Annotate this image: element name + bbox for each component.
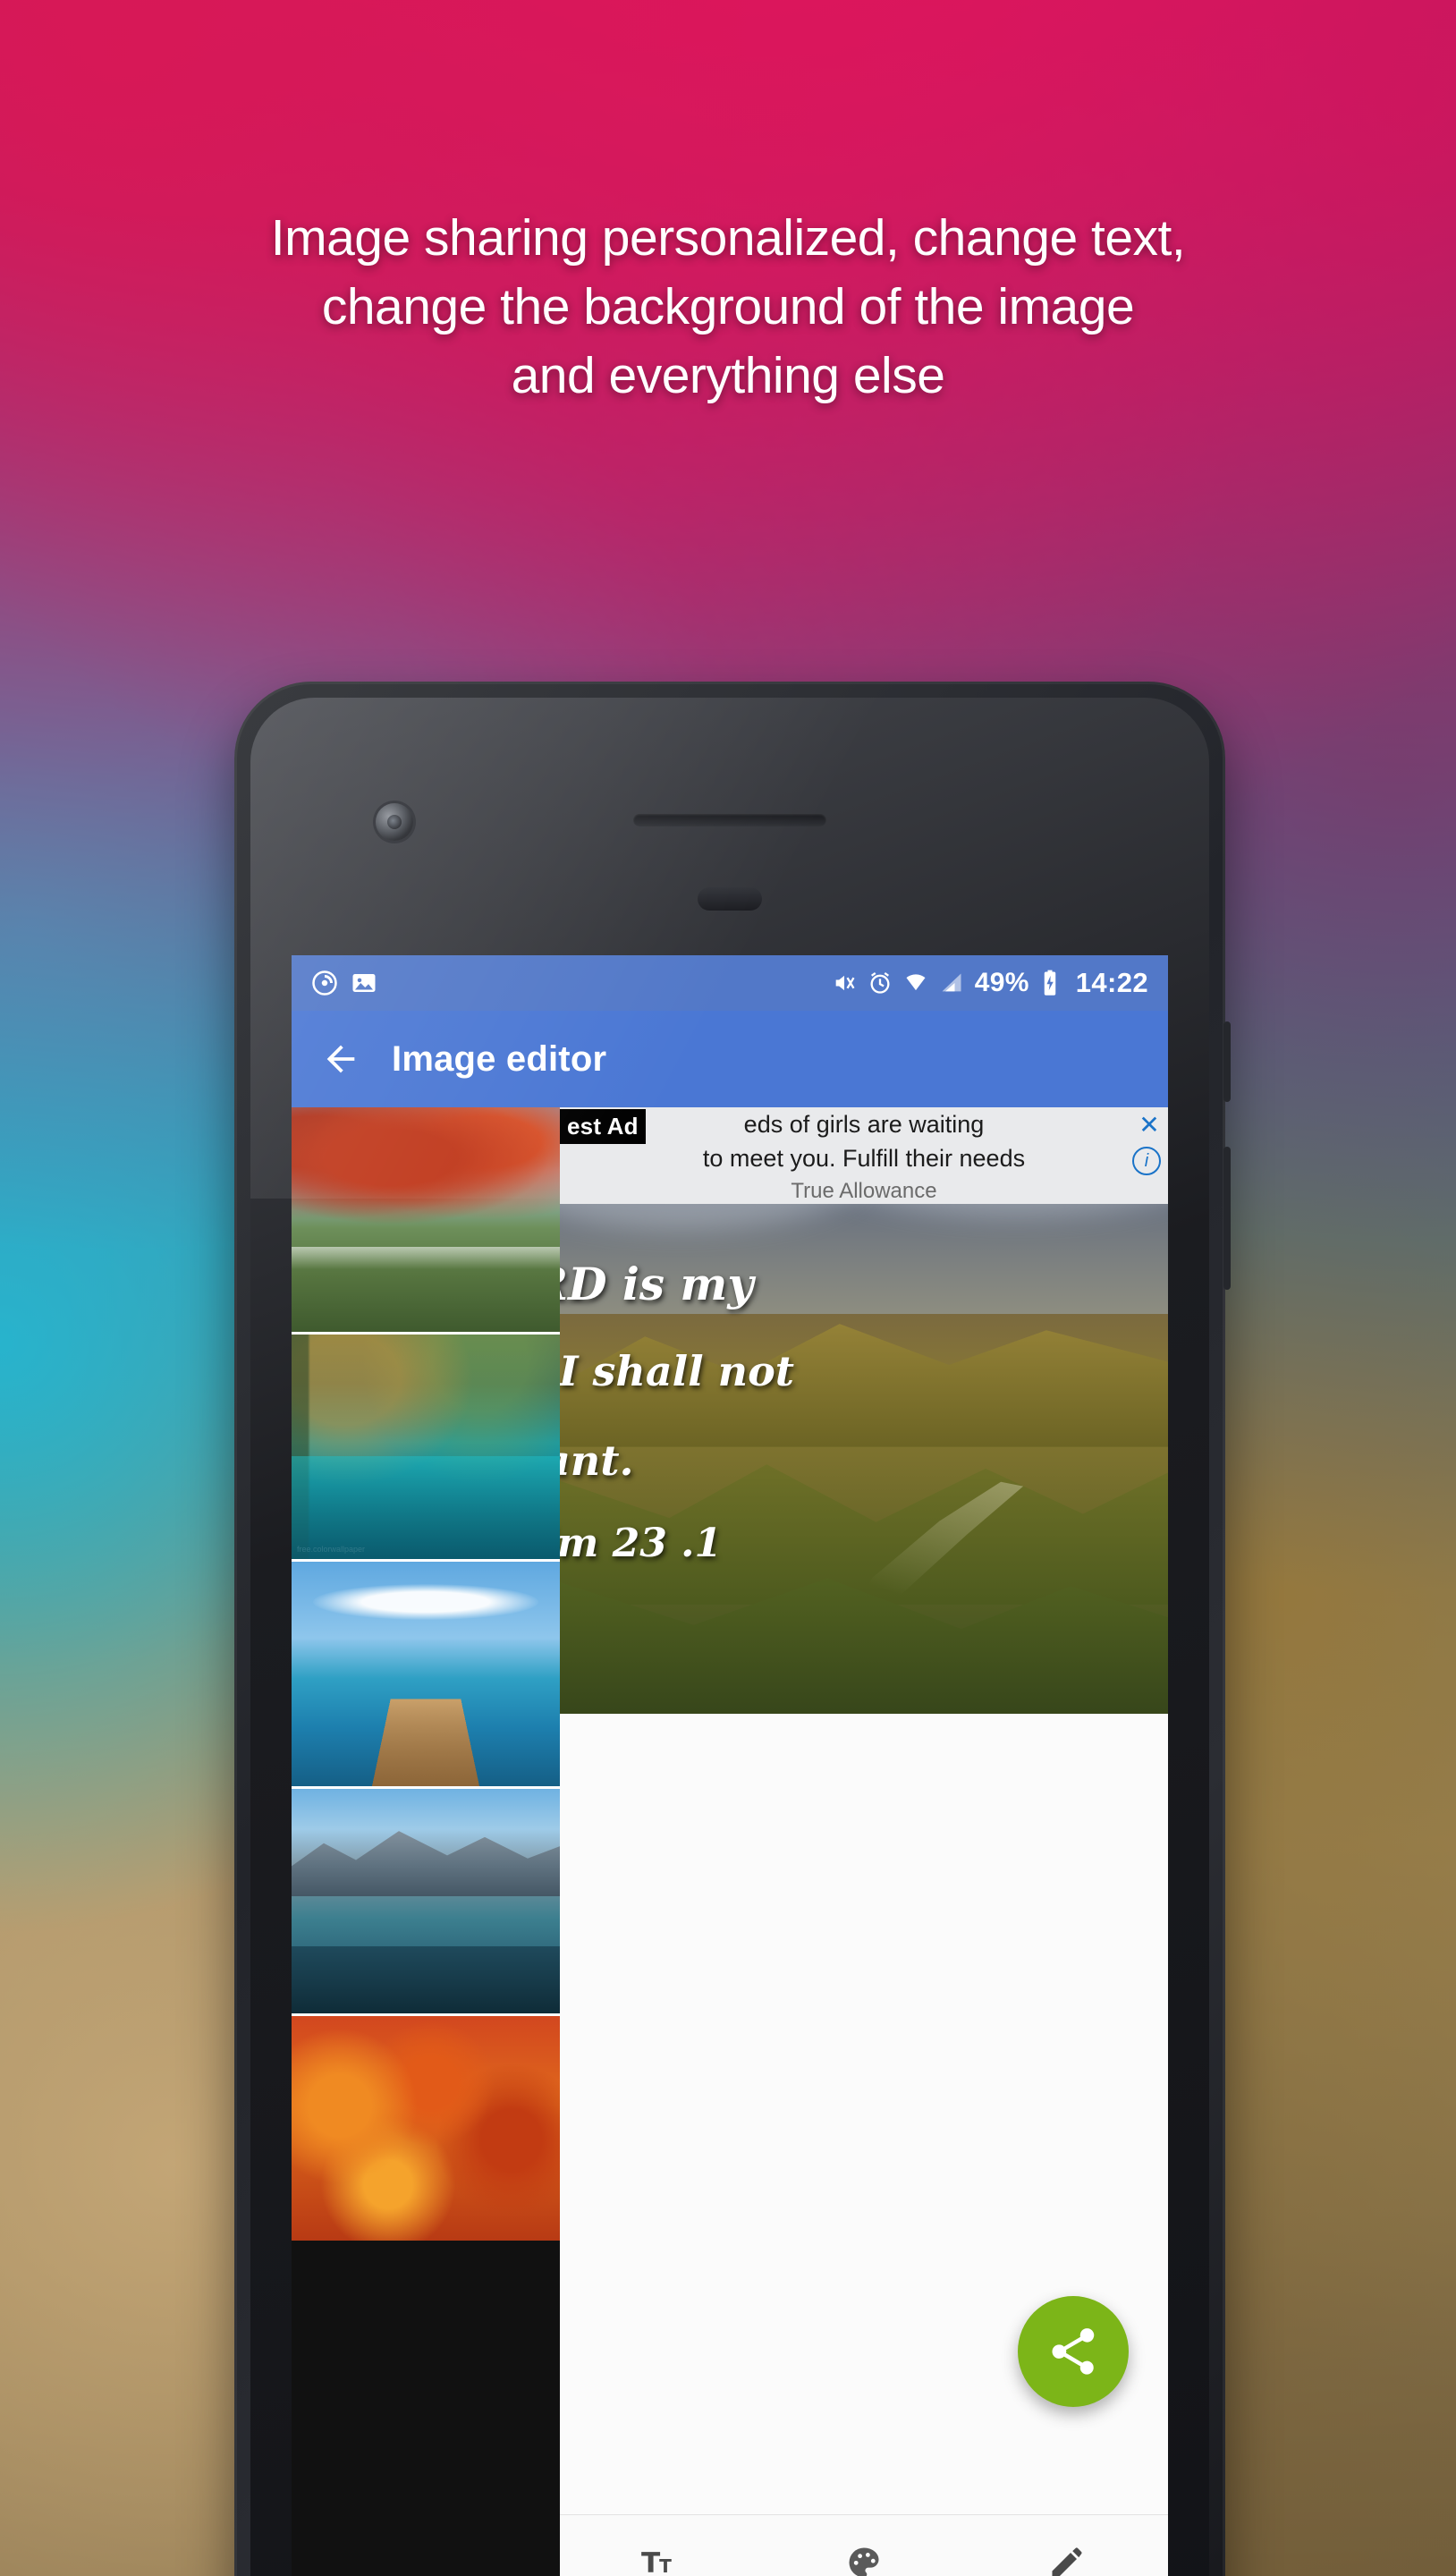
alarm-icon [868, 970, 893, 996]
work-area [560, 1714, 1168, 2514]
text-color-button[interactable]: Text color [763, 2539, 966, 2576]
volume-button[interactable] [1223, 1147, 1231, 1290]
power-button[interactable] [1223, 1021, 1231, 1102]
gallery-icon [351, 970, 377, 996]
ad-headline-line-1: eds of girls are waiting [743, 1111, 985, 1138]
text-size-icon: TT [639, 2539, 682, 2576]
phone-screen: 49% 14:22 Image editor free.colorwallpap… [292, 955, 1168, 2576]
ad-advertiser-label: True Allowance [791, 1179, 937, 1203]
thumb-caption: free.colorwallpaper [297, 1545, 366, 1554]
overlay-text-line: lm 23 .1 [560, 1521, 723, 1566]
status-bar-right: 49% 14:22 [832, 967, 1148, 999]
signal-icon [939, 970, 964, 996]
edit-text-button[interactable]: Edit Text [965, 2539, 1168, 2576]
bottom-toolbar[interactable]: TT ext Size Text color [560, 2514, 1168, 2576]
list-item[interactable] [292, 1789, 560, 2016]
earpiece-speaker [633, 814, 826, 826]
front-camera-icon [376, 803, 413, 841]
overlay-text-line: ; I shall not [560, 1347, 795, 1395]
palette-icon [842, 2539, 885, 2576]
phone-bezel: 49% 14:22 Image editor free.colorwallpap… [250, 698, 1209, 2576]
close-icon[interactable]: ✕ [1136, 1111, 1163, 1139]
headline-line-3: and everything else [511, 347, 945, 404]
headline-line-1: Image sharing personalized, change text, [270, 209, 1186, 267]
svg-text:T: T [641, 2547, 661, 2576]
promo-headline: Image sharing personalized, change text,… [0, 204, 1456, 411]
page-title: Image editor [392, 1038, 607, 1079]
share-icon [1052, 2328, 1095, 2375]
status-bar: 49% 14:22 [292, 955, 1168, 1011]
canvas-column: ORD is my ; I shall not ant. lm 23 .1 ed… [560, 1107, 1168, 2576]
thumbnail-list[interactable]: free.colorwallpaper [292, 1107, 560, 2576]
clock-label: 14:22 [1075, 967, 1148, 998]
status-bar-left [311, 970, 377, 996]
app-bar: Image editor [292, 1011, 1168, 1107]
list-item[interactable] [292, 1562, 560, 1789]
ad-headline-line-2: to meet you. Fulfill their needs [702, 1145, 1026, 1172]
overlay-text-line: ant. [560, 1436, 634, 1485]
battery-charging-icon [1040, 970, 1060, 996]
editor-body: free.colorwallpaper D is my I shall not … [292, 1107, 1168, 2576]
text-size-button[interactable]: TT ext Size [560, 2539, 763, 2576]
proximity-sensor [698, 887, 762, 911]
battery-percent-label: 49% [974, 968, 1029, 997]
list-item[interactable] [292, 2016, 560, 2241]
screen-record-icon [311, 970, 338, 996]
back-arrow-icon[interactable] [315, 1033, 367, 1085]
wifi-icon [903, 970, 928, 996]
ad-banner[interactable]: eds of girls are waiting to meet you. Fu… [560, 1107, 1168, 1204]
headline-line-2: change the background of the image [321, 278, 1135, 335]
promo-screenshot: Image sharing personalized, change text,… [0, 0, 1456, 2576]
share-fab-button[interactable] [1018, 2296, 1129, 2407]
image-preview[interactable]: ORD is my ; I shall not ant. lm 23 .1 ed… [560, 1107, 1168, 1714]
list-item[interactable] [292, 1107, 560, 1335]
overlay-text-line: ORD is my [560, 1258, 754, 1310]
pencil-icon [1045, 2539, 1088, 2576]
svg-text:T: T [659, 2555, 672, 2576]
list-item[interactable]: free.colorwallpaper [292, 1335, 560, 1562]
mute-icon [832, 970, 857, 996]
info-icon[interactable]: i [1132, 1147, 1161, 1175]
phone-mockup: 49% 14:22 Image editor free.colorwallpap… [234, 682, 1231, 2576]
ad-badge: est Ad [560, 1109, 646, 1144]
